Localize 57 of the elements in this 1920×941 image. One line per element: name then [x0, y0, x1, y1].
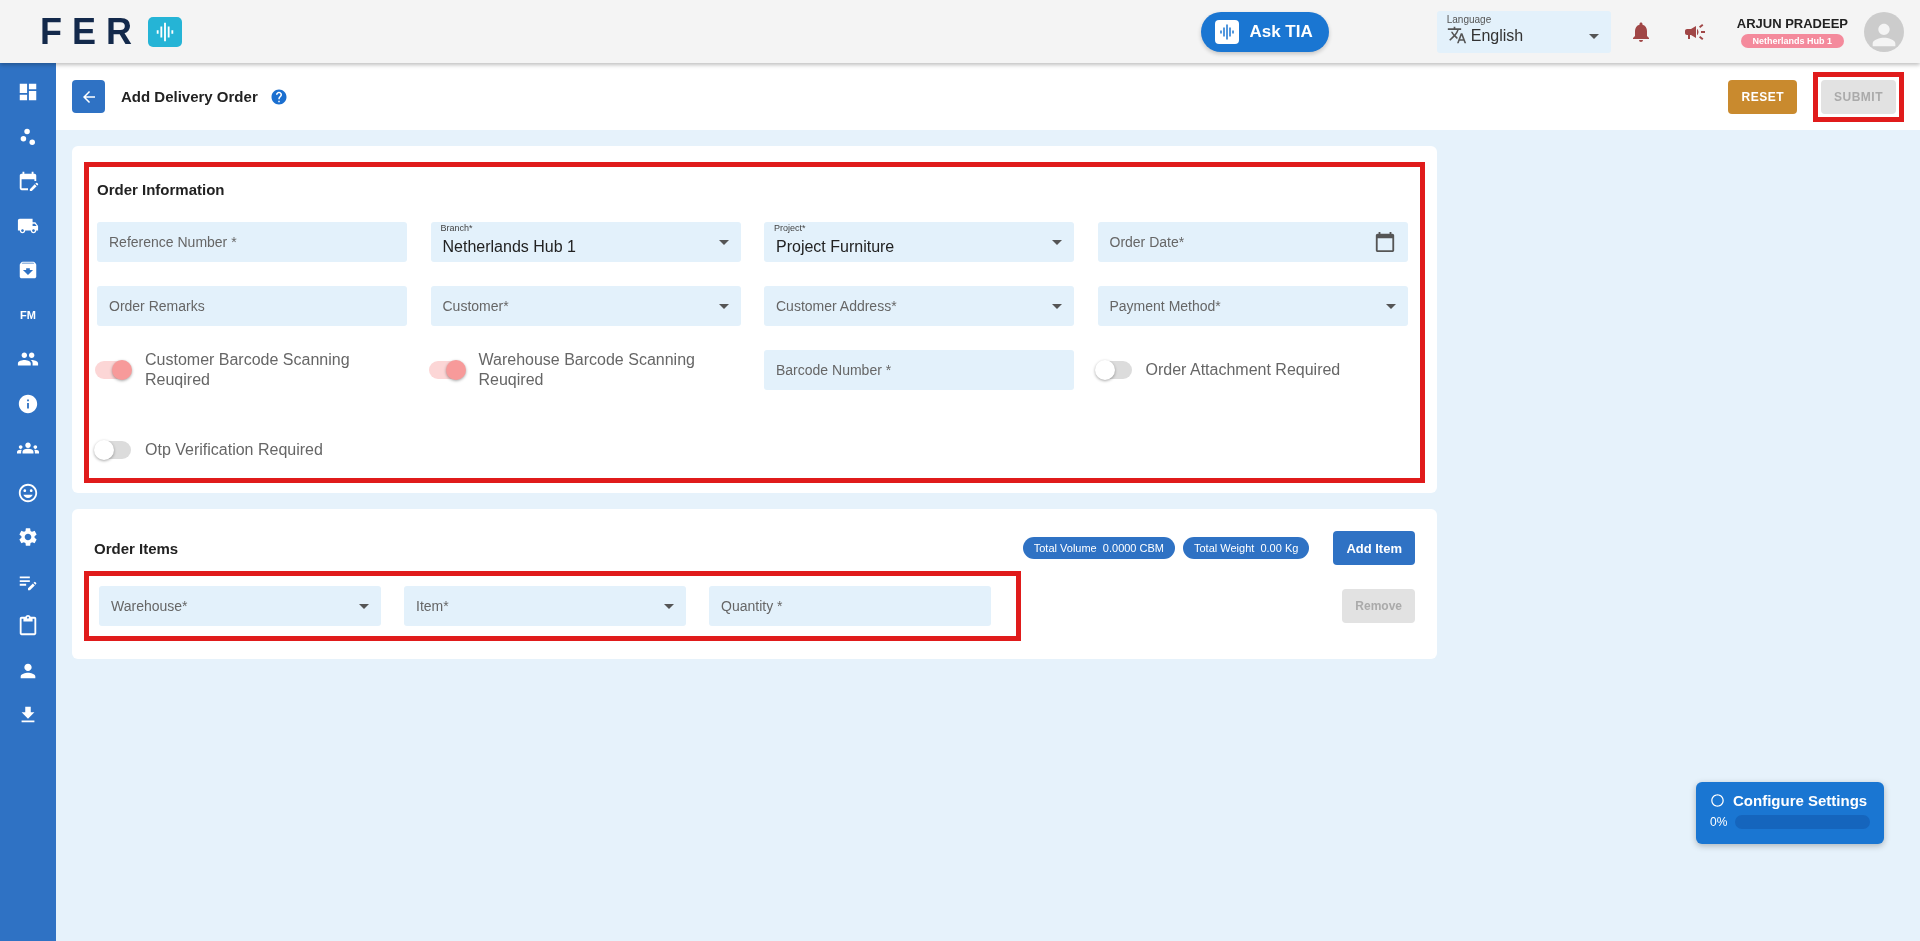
- calendar-icon[interactable]: [17, 170, 39, 192]
- input-field[interactable]: Barcode Number *: [764, 350, 1074, 390]
- select-field[interactable]: Payment Method*: [1097, 286, 1408, 326]
- select-field[interactable]: Project* Project Furniture: [764, 222, 1074, 262]
- total-badge: Total Volume 0.0000 CBM: [1022, 537, 1175, 559]
- select-field[interactable]: Customer Address*: [764, 286, 1074, 326]
- calendar-icon: [1373, 231, 1396, 253]
- clipboard-icon[interactable]: [17, 615, 39, 637]
- caret-icon: [718, 239, 729, 245]
- caret-icon: [1385, 303, 1396, 309]
- dashboard-icon[interactable]: [17, 81, 39, 103]
- language-select[interactable]: Language English: [1436, 10, 1611, 53]
- info-icon[interactable]: [17, 392, 39, 415]
- back-button[interactable]: [72, 80, 105, 113]
- toggle-label: Warehouse Barcode Scanning Reuqired: [478, 350, 696, 390]
- toggle-label: Order Attachment Required: [1145, 360, 1341, 380]
- branch-badge: Netherlands Hub 1: [1740, 33, 1845, 48]
- reset-button[interactable]: RESET: [1728, 79, 1797, 114]
- archive-icon[interactable]: [17, 259, 39, 281]
- progress-percent: 0%: [1710, 815, 1728, 829]
- assistant-icon: [1215, 19, 1240, 44]
- caret-icon: [1588, 33, 1599, 39]
- input-field[interactable]: Order Remarks: [97, 286, 407, 326]
- input-field[interactable]: Reference Number *: [97, 222, 407, 262]
- translate-icon: [1446, 24, 1467, 45]
- logo-icon: [148, 16, 182, 47]
- toggle-switch[interactable]: [1095, 361, 1132, 379]
- section-title: Order Information: [97, 181, 226, 198]
- date-field[interactable]: Order Date*: [1097, 222, 1408, 262]
- user-name: ARJUN PRADEEP: [1736, 15, 1848, 31]
- select-field[interactable]: Item*: [404, 586, 686, 626]
- section-title: Order Items: [94, 539, 179, 557]
- toggle-switch[interactable]: [95, 441, 131, 459]
- toggle-switch[interactable]: [95, 361, 131, 379]
- select-field[interactable]: Customer*: [430, 286, 741, 326]
- toggle-label: Customer Barcode Scanning Reuqired: [145, 350, 351, 390]
- caret-icon: [1052, 239, 1062, 245]
- toggle-switch[interactable]: [428, 361, 465, 379]
- toggle-label: Otp Verification Required: [145, 440, 323, 460]
- settings-icon[interactable]: [17, 526, 39, 548]
- panel-title: Configure Settings: [1733, 792, 1868, 809]
- total-badge: Total Weight 0.00 Kg: [1183, 537, 1310, 559]
- select-field[interactable]: Warehouse*: [99, 586, 381, 626]
- logo-text: FER: [40, 10, 142, 53]
- help-icon[interactable]: [269, 87, 288, 106]
- face-icon[interactable]: [17, 481, 39, 504]
- caret-icon: [359, 603, 369, 609]
- page-title: Add Delivery Order: [121, 88, 258, 105]
- select-field[interactable]: Branch* Netherlands Hub 1: [430, 222, 741, 262]
- input-field[interactable]: Quantity *: [709, 586, 991, 626]
- caret-icon: [718, 303, 729, 309]
- sidebar-item[interactable]: FM: [20, 302, 36, 327]
- caret-icon: [664, 603, 674, 609]
- configure-settings-panel[interactable]: Configure Settings 0%: [1696, 782, 1884, 844]
- ask-button[interactable]: Ask TIA: [1201, 11, 1329, 52]
- caret-icon: [1052, 303, 1062, 309]
- add-item-button[interactable]: Add Item: [1333, 531, 1415, 565]
